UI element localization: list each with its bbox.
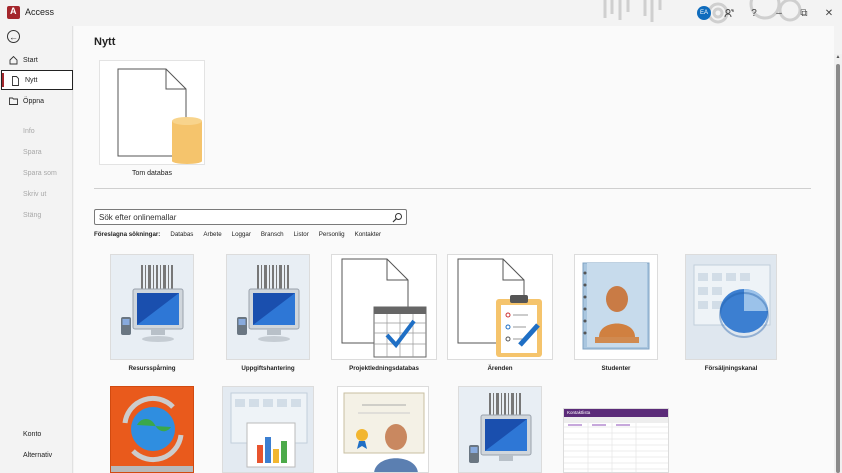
sidebar-item-stang: Stäng [0, 205, 73, 225]
template-label: Resursspårning [128, 365, 176, 372]
sidebar-item-alternativ[interactable]: Alternativ [0, 445, 73, 465]
suggested-searches: Föreslagna sökningar: Databas Arbete Log… [94, 231, 391, 241]
calendar-pie-thumbnail [685, 254, 777, 360]
template-orange-globe[interactable] [110, 386, 194, 473]
sidebar-item-label: Konto [23, 430, 42, 438]
suggested-link-bransch[interactable]: Bransch [261, 231, 284, 241]
orange-globe-thumbnail [110, 386, 194, 473]
page-title: Nytt [94, 36, 116, 48]
suggested-link-databas[interactable]: Databas [170, 231, 193, 241]
home-icon [9, 55, 18, 65]
sidebar-item-label: Spara [23, 148, 42, 156]
template-projektledningsdatabas[interactable]: Projektledningsdatabas [331, 254, 437, 389]
section-divider [94, 188, 811, 189]
template-forsaljningskanal[interactable]: Försäljningskanal [685, 254, 777, 389]
certificate-person-thumbnail [337, 386, 429, 473]
main-panel: Nytt Tom databas Föreslagna sökningar: D… [74, 26, 834, 473]
search-icon[interactable] [392, 212, 403, 223]
restore-button[interactable]: ⧉ [795, 4, 813, 22]
template-computer-barcode[interactable] [458, 386, 542, 473]
sidebar-item-label: Start [23, 56, 38, 64]
sidebar-item-start[interactable]: Start [0, 50, 73, 70]
sidebar-item-label: Skriv ut [23, 190, 47, 198]
sidebar-item-spara: Spara [0, 142, 73, 162]
computer-barcode-thumbnail [226, 254, 310, 360]
template-label: Studenter [601, 365, 631, 372]
scroll-thumb[interactable] [836, 64, 840, 473]
suggested-link-personlig[interactable]: Personlig [319, 231, 345, 241]
blank-database-label: Tom databas [131, 170, 173, 177]
sidebar-item-label: Stäng [23, 211, 42, 219]
computer-barcode-thumbnail [110, 254, 194, 360]
doc-calendar-check-thumbnail [331, 254, 437, 360]
sidebar-item-label: Nytt [25, 76, 38, 84]
scroll-up-icon[interactable]: ▲ [835, 54, 841, 60]
share-icon[interactable] [720, 4, 738, 22]
sidebar-item-nytt[interactable]: Nytt [1, 70, 73, 90]
user-avatar[interactable]: EA [697, 6, 711, 20]
title-bar: Access EA ? – ⧉ ✕ [0, 0, 842, 26]
template-label: Ärenden [487, 365, 513, 372]
sidebar-item-skriv-ut: Skriv ut [0, 184, 73, 204]
template-uppgiftshantering[interactable]: Uppgiftshantering [226, 254, 310, 389]
doc-clipboard-thumbnail [447, 254, 553, 360]
template-resursparning[interactable]: Resursspårning [110, 254, 194, 389]
template-search-box[interactable] [94, 209, 407, 225]
suggested-link-kontakter[interactable]: Kontakter [355, 231, 381, 241]
template-label: Uppgiftshantering [241, 365, 295, 372]
blank-database-icon [117, 68, 202, 164]
template-search-input[interactable] [99, 212, 389, 223]
sidebar-item-oppna[interactable]: Öppna [0, 91, 73, 111]
suggested-link-listor[interactable]: Listor [294, 231, 309, 241]
new-document-icon [12, 76, 19, 86]
sidebar-item-konto[interactable]: Konto [0, 424, 73, 444]
sidebar-item-label: Info [23, 127, 35, 135]
access-logo-icon [7, 6, 20, 19]
sidebar-item-label: Öppna [23, 97, 45, 105]
minimize-button[interactable]: – [770, 4, 788, 22]
back-arrow-icon[interactable]: ← [7, 30, 20, 43]
template-certificate[interactable] [337, 386, 429, 473]
contact-list-sheet-thumbnail: Kontaktlista [563, 408, 669, 473]
blank-database-template[interactable] [99, 60, 205, 165]
sidebar-item-info: Info [0, 121, 73, 141]
sidebar-item-label: Alternativ [23, 451, 53, 459]
sheet-title: Kontaktlista [567, 410, 591, 415]
calendar-presentation-thumbnail [222, 386, 314, 473]
suggested-link-loggar[interactable]: Loggar [232, 231, 251, 241]
sidebar-item-label: Spara som [23, 169, 57, 177]
template-studenter[interactable]: Studenter [574, 254, 658, 389]
computer-barcode-thumbnail [458, 386, 542, 473]
close-button[interactable]: ✕ [820, 4, 838, 22]
app-title: Access [25, 7, 55, 17]
sidebar-item-spara-som: Spara som [0, 163, 73, 183]
template-label: Försäljningskanal [704, 365, 758, 372]
notebook-person-thumbnail [574, 254, 658, 360]
template-label: Projektledningsdatabas [349, 365, 419, 372]
template-kontaktlista[interactable]: Kontaktlista [563, 408, 669, 473]
backstage-sidebar: ← Start Nytt Öppna Info Spara Spara som … [0, 26, 73, 473]
help-button[interactable]: ? [745, 4, 763, 22]
main-scrollbar[interactable]: ▲ [834, 54, 842, 473]
template-arenden[interactable]: Ärenden [447, 254, 553, 389]
folder-icon [9, 97, 18, 105]
suggested-link-arbete[interactable]: Arbete [203, 231, 221, 241]
template-presentation[interactable] [222, 386, 314, 473]
suggested-searches-label: Föreslagna sökningar: [94, 231, 161, 238]
